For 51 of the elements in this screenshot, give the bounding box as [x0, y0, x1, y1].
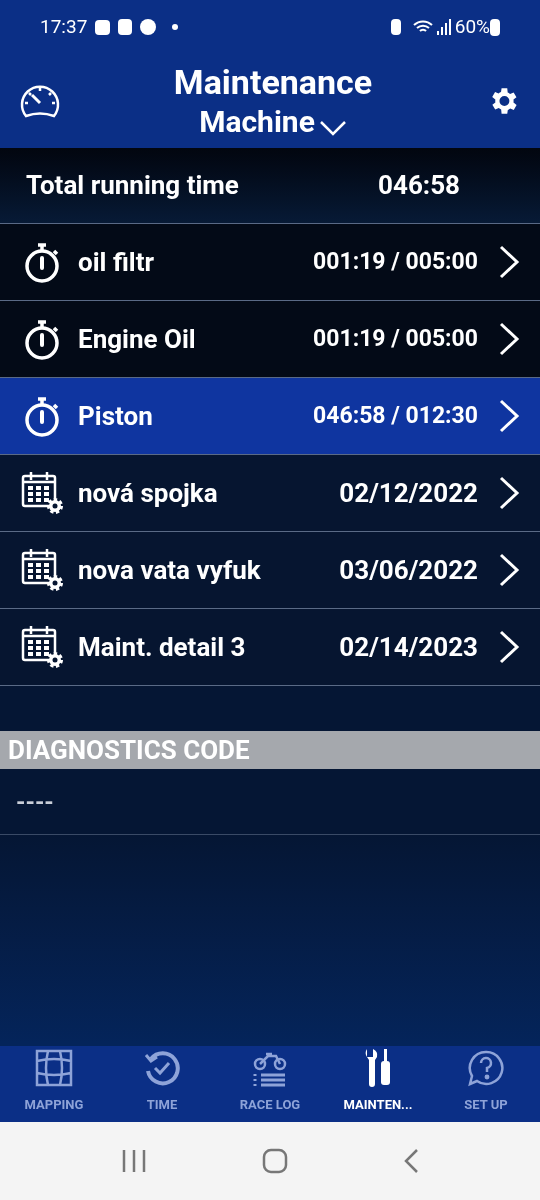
diagnostics-header: DIAGNOSTICS CODE: [0, 731, 540, 769]
map-grid-icon: [35, 1048, 73, 1087]
item-value: 02/14/2023: [339, 630, 478, 664]
nav-tab[interactable]: SET UP: [432, 1046, 540, 1122]
item-value: 046:58 / 012:30: [313, 400, 478, 431]
signal-icon: [436, 19, 451, 35]
battery-level: 60%: [454, 13, 490, 40]
maintenance-row[interactable]: Maint. detail 3 02/14/2023: [0, 609, 540, 686]
nav-tab[interactable]: RACE LOG: [216, 1046, 324, 1122]
item-value: 001:19 / 005:00: [313, 323, 478, 354]
wrench-screwdriver-icon: [363, 1046, 393, 1087]
maintenance-row[interactable]: Piston 046:58 / 012:30: [0, 378, 540, 455]
maintenance-row[interactable]: nová spojka 02/12/2022: [0, 455, 540, 532]
home-icon[interactable]: [262, 1148, 288, 1174]
maintenance-row[interactable]: nova vata vyfuk 03/06/2022: [0, 532, 540, 609]
calendar-gear-icon: [21, 547, 65, 593]
chevron-right-icon: [498, 245, 520, 279]
maintenance-row[interactable]: Engine Oil 001:19 / 005:00: [0, 301, 540, 378]
total-value: 046:58: [378, 169, 460, 202]
item-value: 03/06/2022: [339, 553, 478, 587]
chevron-right-icon: [498, 553, 520, 587]
chevron-right-icon: [498, 322, 520, 356]
chevron-right-icon: [498, 630, 520, 664]
item-name: oil filtr: [78, 245, 155, 279]
chevron-right-icon: [498, 399, 520, 433]
help-bubble-icon: [467, 1048, 505, 1087]
item-value: 02/12/2022: [339, 476, 478, 510]
calendar-gear-icon: [21, 470, 65, 516]
page-title: Maintenance: [173, 65, 373, 99]
item-name: Engine Oil: [78, 322, 197, 356]
item-name: Piston: [78, 399, 154, 433]
item-name: nová spojka: [78, 476, 219, 510]
chevron-right-icon: [498, 476, 520, 510]
calendar-gear-icon: [21, 624, 65, 670]
maintenance-row[interactable]: oil filtr 001:19 / 005:00: [0, 224, 540, 301]
clock-check-icon: [143, 1048, 181, 1087]
chevron-down-icon: [318, 119, 347, 137]
item-name: Maint. detail 3: [78, 630, 247, 664]
status-time: 17:37: [40, 13, 88, 40]
machine-dropdown[interactable]: Machine: [199, 107, 347, 137]
diagnostics-value: ----: [16, 786, 54, 818]
item-name: nova vata vyfuk: [78, 553, 262, 587]
item-value: 001:19 / 005:00: [313, 246, 478, 277]
nav-tab[interactable]: MAPPING: [0, 1046, 108, 1122]
recent-apps-icon[interactable]: [121, 1149, 148, 1173]
speedometer-icon[interactable]: [20, 83, 60, 119]
nav-tab[interactable]: TIME: [108, 1046, 216, 1122]
nav-tab[interactable]: MAINTEN...: [324, 1046, 432, 1122]
back-icon[interactable]: [402, 1148, 419, 1174]
total-label: Total running time: [26, 169, 240, 202]
battery-icon: [490, 18, 500, 36]
